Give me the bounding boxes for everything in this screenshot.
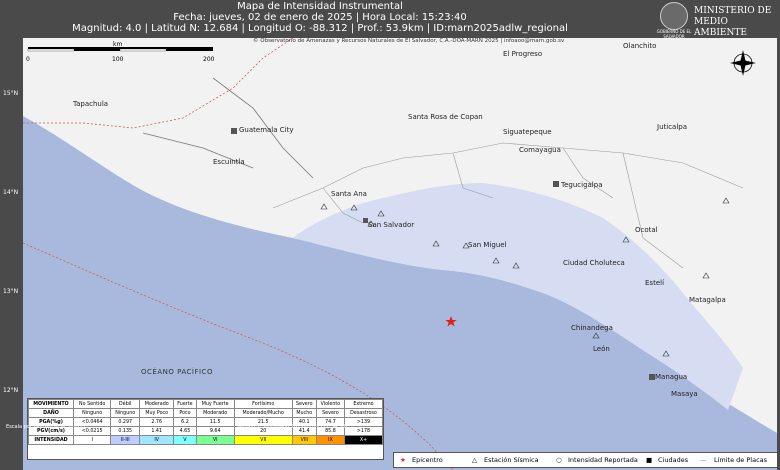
table-cell: Moderado bbox=[139, 399, 175, 409]
table-cell: VII bbox=[233, 435, 293, 445]
table-cell: No Sentido bbox=[72, 399, 112, 409]
lat-15: 15°N bbox=[3, 90, 19, 97]
star-icon: ★ bbox=[400, 456, 406, 464]
table-cell: 11.5 bbox=[195, 417, 235, 427]
city-label: Managua bbox=[655, 373, 688, 381]
city-label: León bbox=[593, 345, 610, 353]
city-label: Olanchito bbox=[623, 42, 657, 50]
city-label: Masaya bbox=[671, 390, 698, 398]
city-label: San Miguel bbox=[468, 241, 507, 249]
table-cell: Extremo bbox=[344, 399, 383, 409]
table-cell: Violento bbox=[315, 399, 346, 409]
city-label: Estelí bbox=[645, 279, 665, 287]
intensity-map[interactable]: © Observatorio de Amenazas y Recursos Na… bbox=[23, 38, 777, 470]
table-cell: 0.135 bbox=[110, 426, 141, 436]
city-label: Ocotal bbox=[635, 226, 658, 234]
lat-13: 13°N bbox=[3, 288, 19, 295]
table-cell: Moderado bbox=[195, 408, 235, 418]
table-cell: VI bbox=[195, 435, 235, 445]
city-label: Ciudad Choluteca bbox=[563, 259, 625, 267]
event-params-line: Magnitud: 4.0 | Latitud N: 12.684 | Long… bbox=[72, 23, 568, 34]
table-cell: Muy Poco bbox=[139, 408, 175, 418]
legend-cities: Ciudades bbox=[658, 456, 689, 464]
city-label: Comayagua bbox=[519, 146, 561, 154]
version-info: Versión 1: Procesado 2025-01-02T21:34:38… bbox=[237, 424, 349, 430]
table-cell: Ninguno bbox=[72, 408, 112, 418]
table-cell: >178 bbox=[344, 426, 383, 436]
legend-plates: Límite de Placas bbox=[714, 456, 768, 464]
table-cell: V bbox=[173, 435, 197, 445]
table-cell: Fortísimo bbox=[233, 399, 293, 409]
table-cell: Moderado/Mucho bbox=[233, 408, 293, 418]
lat-14: 14°N bbox=[3, 189, 19, 196]
table-cell: Muy Fuerte bbox=[195, 399, 235, 409]
table-cell: X+ bbox=[344, 435, 383, 445]
triangle-icon: △ bbox=[472, 456, 477, 464]
table-cell: IX bbox=[315, 435, 346, 445]
city-label: San Salvador bbox=[368, 221, 415, 229]
city-label: Siguatepeque bbox=[503, 128, 552, 136]
scale-credit: Escala por Worden et al. (2012) bbox=[6, 424, 86, 430]
map-title: Mapa de Intensidad Instrumental bbox=[237, 1, 403, 12]
row-header: INTENSIDAD bbox=[28, 435, 74, 445]
table-row: INTENSIDAD I II-III IV V VI VII VIII IX X+ bbox=[28, 435, 383, 445]
map-header: Mapa de Intensidad Instrumental Fecha: j… bbox=[0, 0, 780, 39]
table-cell: >139 bbox=[344, 417, 383, 427]
city-label: Santa Ana bbox=[331, 190, 367, 198]
table-row: DAÑO Ninguno Ninguno Muy Poco Poco Moderado Mo… bbox=[28, 408, 383, 418]
city-label: El Progreso bbox=[503, 50, 543, 58]
scale-tick-0: 0 bbox=[26, 56, 30, 63]
scale-tick-200: 200 bbox=[203, 56, 215, 63]
table-cell: Mucho bbox=[291, 408, 317, 418]
table-cell: 0.297 bbox=[110, 417, 141, 427]
table-cell: Fuerte bbox=[173, 399, 197, 409]
map-legend: ★ Epicentro △ Estación Sísmica ○ Intensi… bbox=[393, 452, 777, 468]
table-cell: VIII bbox=[291, 435, 317, 445]
ministry-logo: GOBIERNO DE EL SALVADOR MINISTERIO DE ME… bbox=[657, 2, 780, 39]
table-cell: 1.41 bbox=[139, 426, 175, 436]
scale-unit: km bbox=[113, 41, 123, 48]
city-label: Guatemala City bbox=[239, 126, 294, 134]
city-label: Juticalpa bbox=[657, 123, 688, 131]
table-cell: Ninguno bbox=[110, 408, 141, 418]
table-row: MOVIMIENTO No Sentido Débil Moderado Fuerte M… bbox=[28, 399, 383, 409]
table-cell: 6.2 bbox=[173, 417, 197, 427]
city-label: Santa Rosa de Copan bbox=[408, 113, 483, 121]
plate-line-icon: — bbox=[700, 456, 707, 464]
city-label: Tapachula bbox=[73, 100, 109, 108]
city-label: Chinandega bbox=[571, 324, 613, 332]
ocean-label: OCÉANO PACÍFICO bbox=[141, 368, 213, 376]
row-header: MOVIMIENTO bbox=[28, 399, 74, 409]
city-label: Tegucigalpa bbox=[561, 181, 603, 189]
table-cell: Severo bbox=[315, 408, 346, 418]
square-icon: ■ bbox=[646, 456, 653, 464]
legend-epicenter: Epicentro bbox=[412, 456, 443, 464]
ministry-line2: MEDIO AMBIENTE bbox=[694, 17, 747, 38]
event-date-line: Fecha: jueves, 02 de enero de 2025 | Hor… bbox=[173, 12, 467, 23]
legend-reported: Intensidad Reportada bbox=[568, 456, 638, 464]
table-cell: IV bbox=[139, 435, 175, 445]
lat-12: 12°N bbox=[3, 387, 19, 394]
circle-icon: ○ bbox=[556, 456, 562, 464]
government-seal-icon bbox=[660, 2, 688, 30]
table-cell: 2.76 bbox=[139, 417, 175, 427]
ministry-line1: MINISTERIO DE bbox=[694, 6, 772, 16]
table-cell: Severo bbox=[291, 399, 317, 409]
table-cell: Poco bbox=[173, 408, 197, 418]
table-cell: 4.65 bbox=[173, 426, 197, 436]
table-cell: Débil bbox=[110, 399, 141, 409]
scale-tick-100: 100 bbox=[112, 56, 124, 63]
map-copyright: © Observatorio de Amenazas y Recursos Na… bbox=[253, 38, 565, 44]
row-header: DAÑO bbox=[28, 408, 74, 418]
table-cell: 9.64 bbox=[195, 426, 235, 436]
table-cell: I bbox=[72, 435, 112, 445]
table-cell: Desastroso bbox=[344, 408, 383, 418]
city-label: Matagalpa bbox=[689, 296, 726, 304]
ministry-name: MINISTERIO DE MEDIO AMBIENTE bbox=[694, 6, 780, 39]
city-label: Escuintla bbox=[213, 158, 245, 166]
table-cell: II-III bbox=[110, 435, 141, 445]
legend-station: Estación Sísmica bbox=[484, 456, 539, 464]
